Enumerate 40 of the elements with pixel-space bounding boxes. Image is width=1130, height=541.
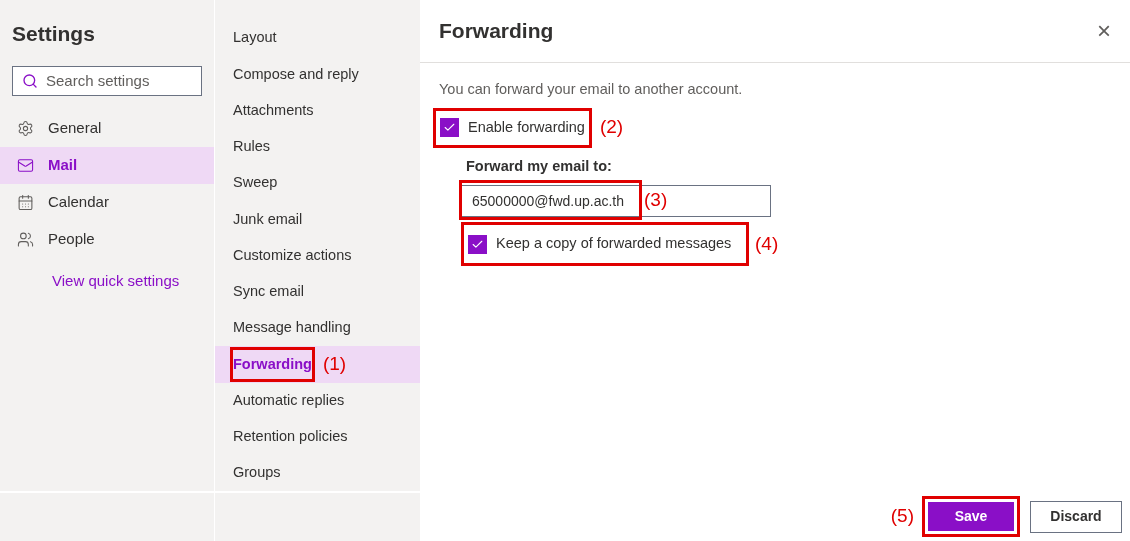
checkbox[interactable] (440, 118, 459, 138)
quick-settings-link[interactable]: View quick settings (52, 269, 214, 292)
search-field[interactable]: Search settings (12, 65, 202, 96)
submenu-item[interactable]: Compose and reply (233, 63, 359, 86)
close-button[interactable]: × (1097, 19, 1111, 43)
checkbox[interactable] (468, 234, 487, 254)
submenu-item[interactable]: Junk email (233, 208, 303, 231)
nav-item[interactable]: Mail (0, 146, 214, 184)
calendar-icon (17, 193, 34, 211)
search-icon (22, 72, 38, 89)
settings-title: Settings (11, 21, 96, 47)
submenu-item[interactable]: Sync email (233, 281, 304, 303)
submenu-item[interactable]: Automatic replies (233, 389, 345, 412)
callout-number: (3) (644, 188, 668, 212)
gear-icon (17, 119, 34, 137)
nav-item[interactable]: General (0, 109, 214, 147)
submenu-item[interactable]: Message handling (233, 317, 351, 340)
save-button[interactable]: Save (928, 502, 1014, 531)
submenu-item[interactable]: Sweep (233, 172, 278, 195)
nav-item[interactable]: People (0, 220, 214, 258)
submenu-item[interactable]: Retention policies (233, 426, 348, 448)
submenu-item[interactable]: Attachments (233, 99, 314, 122)
checkbox-label: Enable forwarding (468, 117, 585, 137)
people-icon (17, 230, 34, 248)
callout-number: (5) (890, 504, 914, 529)
submenu-item[interactable]: Customize actions (233, 244, 352, 267)
submenu-item[interactable]: Layout (233, 27, 277, 49)
callout-number: (4) (755, 231, 779, 256)
callout-number: (2) (599, 115, 624, 140)
submenu-item[interactable]: Rules (233, 136, 271, 158)
submenu-item[interactable]: Forwarding (233, 349, 312, 380)
panel-title: Forwarding (439, 18, 554, 45)
checkbox-label: Keep a copy of forwarded messages (496, 234, 732, 254)
discard-button[interactable]: Discard (1030, 500, 1122, 533)
envelope-icon (17, 156, 34, 174)
description-text: You can forward your email to another account. (439, 80, 744, 99)
field-label: Forward my email to: (466, 156, 613, 176)
callout-number: (1) (322, 352, 347, 377)
nav-item[interactable]: Calendar (0, 183, 214, 221)
submenu-item[interactable]: Groups (233, 462, 281, 485)
